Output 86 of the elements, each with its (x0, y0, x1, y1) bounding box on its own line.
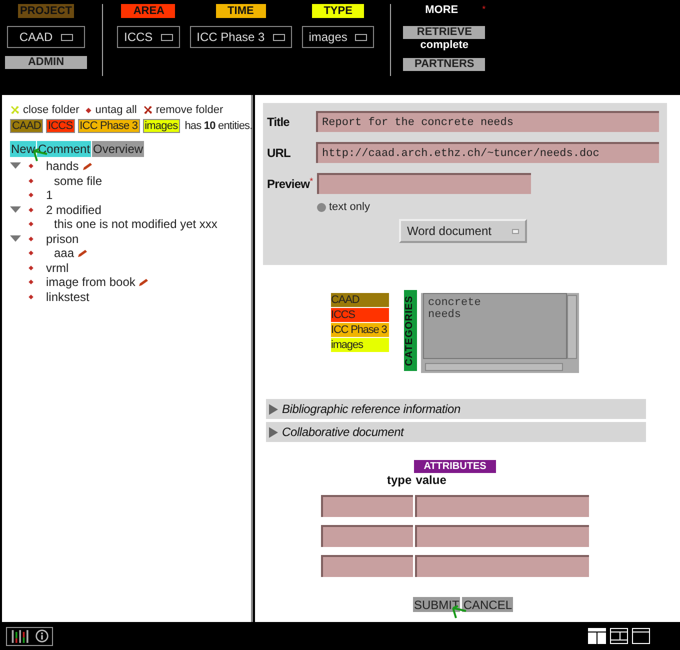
field-label: Preview (267, 176, 310, 190)
categories-label: CATEGORIES (404, 290, 417, 371)
filter-label: AREA (121, 4, 176, 18)
text-field[interactable]: Report for the concrete needs (316, 111, 659, 132)
tree-item[interactable]: vrml (46, 260, 69, 275)
categories-text-area[interactable]: concrete needs (421, 293, 579, 373)
tree-item[interactable]: some file (54, 174, 102, 188)
column-header: type (387, 473, 412, 487)
expand-triangle-icon[interactable] (10, 206, 21, 214)
required-marker: * (310, 176, 314, 186)
project-dropdown[interactable]: CAAD (7, 26, 85, 48)
tag[interactable]: ICC Phase 3 (78, 119, 140, 133)
diamond-icon[interactable] (28, 221, 34, 228)
tag[interactable]: ICCS (46, 119, 75, 133)
filter-label: TIME (216, 4, 266, 18)
form-button[interactable]: SUBMIT (413, 597, 460, 612)
filter-dropdown[interactable]: ICC Phase 3 (190, 26, 292, 48)
collapsible-section[interactable]: Collaborative document (266, 422, 646, 442)
partners-button[interactable]: PARTNERS (403, 58, 486, 71)
column-header: value (416, 473, 446, 487)
info-icon[interactable] (35, 629, 49, 643)
tag[interactable]: ICC Phase 3 (331, 323, 389, 337)
radio-button[interactable] (317, 202, 326, 212)
diamond-icon[interactable] (28, 250, 34, 256)
tree-item[interactable]: prison (46, 232, 79, 246)
tag[interactable]: images (142, 119, 180, 133)
field-label: Title (267, 114, 290, 128)
tree-item[interactable]: aaa (54, 246, 74, 260)
more-marker: * (482, 4, 486, 14)
pencil-icon[interactable] (82, 162, 93, 171)
diamond-icon[interactable] (28, 279, 34, 286)
diamond-icon[interactable] (28, 236, 34, 242)
tree-item[interactable]: 1 (46, 188, 53, 202)
value-field[interactable] (415, 525, 589, 547)
text-field[interactable] (317, 173, 531, 194)
tag[interactable]: CAAD (10, 119, 43, 133)
layout-icon[interactable] (610, 628, 628, 644)
retrieve-button[interactable]: RETRIEVE (403, 26, 486, 39)
type-field[interactable] (321, 495, 413, 517)
text-field[interactable]: http://caad.arch.ethz.ch/~tuncer/needs.doc (316, 142, 659, 163)
diamond-icon[interactable] (28, 206, 34, 213)
form-button[interactable]: CANCEL (462, 597, 514, 612)
project-label: PROJECT (18, 4, 74, 18)
tab[interactable]: Overview (92, 141, 144, 157)
pencil-icon[interactable] (77, 248, 88, 258)
filter-dropdown[interactable]: ICCS (117, 26, 180, 48)
folder-action-link[interactable]: remove folder (156, 104, 224, 116)
type-field[interactable] (321, 525, 413, 547)
radio-label[interactable]: text only (329, 201, 370, 213)
diamond-icon[interactable] (28, 192, 34, 198)
tree-item[interactable]: linkstest (46, 290, 90, 304)
tree-item[interactable]: 2 modified (46, 202, 102, 217)
tag[interactable]: CAAD (331, 293, 389, 307)
more-label[interactable]: MORE (425, 4, 458, 16)
collapsible-section[interactable]: Bibliographic reference information (266, 399, 646, 419)
tree-item[interactable]: hands (46, 159, 79, 174)
filter-label: TYPE (312, 4, 364, 18)
pencil-icon[interactable] (138, 278, 150, 287)
layout-icon[interactable] (588, 628, 606, 644)
attributes-title: ATTRIBUTES (414, 460, 496, 473)
tag[interactable]: images (331, 338, 389, 352)
diamond-icon[interactable] (28, 264, 34, 271)
type-field[interactable] (321, 555, 413, 577)
diamond-icon[interactable] (28, 294, 34, 300)
tab[interactable]: Comment (37, 141, 92, 157)
tag[interactable]: ICCS (331, 308, 389, 322)
expand-triangle-icon[interactable] (10, 162, 21, 170)
value-field[interactable] (415, 555, 589, 577)
entity-count: has 10 entities. (184, 120, 252, 132)
layout-icon[interactable] (632, 628, 650, 644)
folder-action-link[interactable]: untag all (95, 104, 137, 116)
expand-triangle-icon[interactable] (10, 234, 21, 243)
diamond-icon[interactable] (85, 106, 92, 114)
tab[interactable]: New (10, 141, 36, 157)
diamond-icon[interactable] (28, 178, 34, 184)
tree-item[interactable]: this one is not modified yet xxx (54, 217, 218, 232)
diamond-icon[interactable] (28, 163, 34, 170)
admin-button[interactable]: ADMIN (5, 56, 87, 69)
remove-folder-icon[interactable] (142, 105, 153, 115)
value-field[interactable] (415, 495, 589, 517)
retrieve-status: complete (420, 39, 469, 51)
field-label: URL (267, 146, 290, 160)
tree-item[interactable]: image from book (46, 275, 136, 290)
document-type-dropdown[interactable]: Word document (399, 219, 527, 243)
filter-dropdown[interactable]: images (302, 26, 374, 48)
folder-action-link[interactable]: close folder (23, 104, 80, 116)
